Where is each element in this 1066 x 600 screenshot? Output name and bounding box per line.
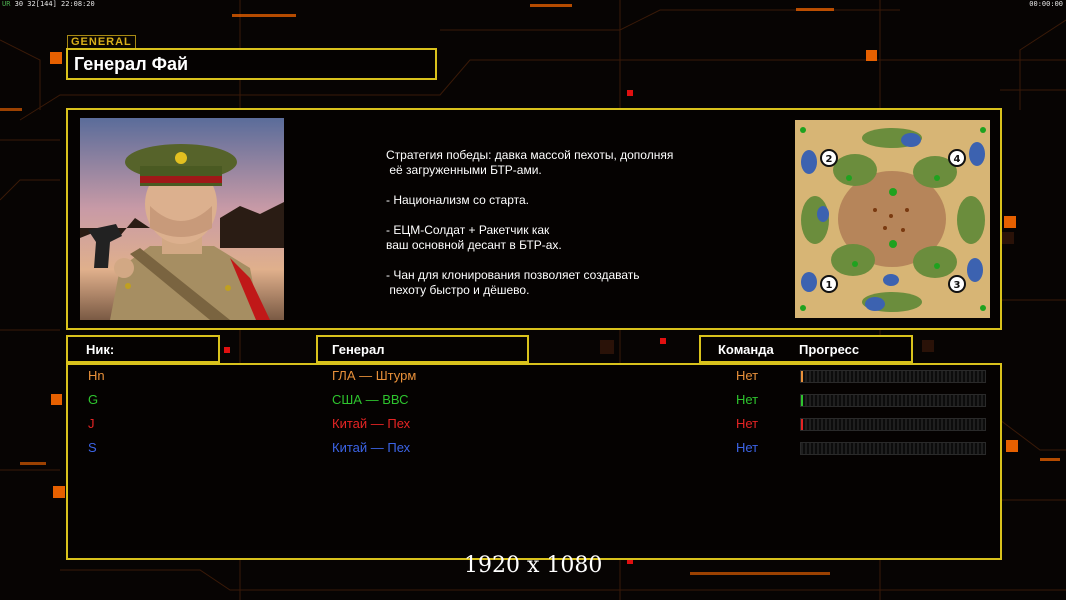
description-line: - ЕЦМ-Солдат + Ракетчик как [386,223,550,237]
table-row: Hn ГЛА — Штурм Нет [68,366,1000,386]
progress-fill [801,419,803,430]
description-line: пехоту быстро и дёшево. [386,283,530,297]
description-line [386,253,746,268]
hud-status-text: 30 32[144] 22:08:20 [10,0,95,8]
description-line: ваш основной десант в БТР-ах. [386,238,562,252]
resolution-label: 1920 x 1080 [464,553,603,578]
nick-header: Ник: [66,335,220,363]
progress-bar [800,418,986,431]
progress-bar [800,394,986,407]
general-tag: GENERAL [67,35,136,48]
general-info-panel: Стратегия победы: давка массой пехоты, д… [66,108,1002,330]
hud-timer: 00:00:00 [1029,0,1063,8]
player-general: Китай — Пех [332,440,411,455]
player-nick: S [88,440,97,455]
player-general: ГЛА — Штурм [332,368,417,383]
spawn-label: 4 [954,154,961,165]
description-line: её загруженными БТР-ами. [386,163,542,177]
progress-bar [800,370,986,383]
spawn-label: 3 [954,280,961,291]
progress-fill [801,371,803,382]
progress-fill [801,395,803,406]
hud-status: UR 30 32[144] 22:08:20 [2,0,95,8]
spawn-label: 1 [826,280,833,291]
player-list: Hn ГЛА — Штурм Нет G США — ВВС Нет J Кит… [66,363,1002,560]
progress-header-label: Прогресс [799,342,860,357]
progress-bar [800,442,986,455]
minimap: 1 2 3 4 [795,120,990,318]
nick-header-label: Ник: [86,342,115,357]
strategy-description: Стратегия победы: давка массой пехоты, д… [386,148,746,298]
player-nick: Hn [88,368,105,383]
player-nick: G [88,392,99,407]
general-header-label: Генерал [332,342,385,357]
general-title: Генерал Фай [74,54,189,74]
spawn-label: 2 [826,154,833,165]
title-panel: Генерал Фай [66,48,437,80]
description-line [386,208,746,223]
description-line: - Чан для клонирования позволяет создава… [386,268,640,282]
team-progress-header: Команда Прогресс [699,335,913,363]
player-general: США — ВВС [332,392,409,407]
team-header-label: Команда [718,342,774,357]
table-row: G США — ВВС Нет [68,390,1000,410]
general-header: Генерал [316,335,529,363]
player-general: Китай — Пех [332,416,411,431]
description-line: Стратегия победы: давка массой пехоты, д… [386,148,674,162]
general-portrait [80,118,284,320]
player-nick: J [88,416,95,431]
table-row: J Китай — Пех Нет [68,414,1000,434]
player-team: Нет [736,392,759,407]
description-line: - Национализм со старта. [386,193,529,207]
description-line [386,178,746,193]
player-team: Нет [736,440,759,455]
player-team: Нет [736,368,759,383]
table-row: S Китай — Пех Нет [68,438,1000,458]
player-team: Нет [736,416,759,431]
